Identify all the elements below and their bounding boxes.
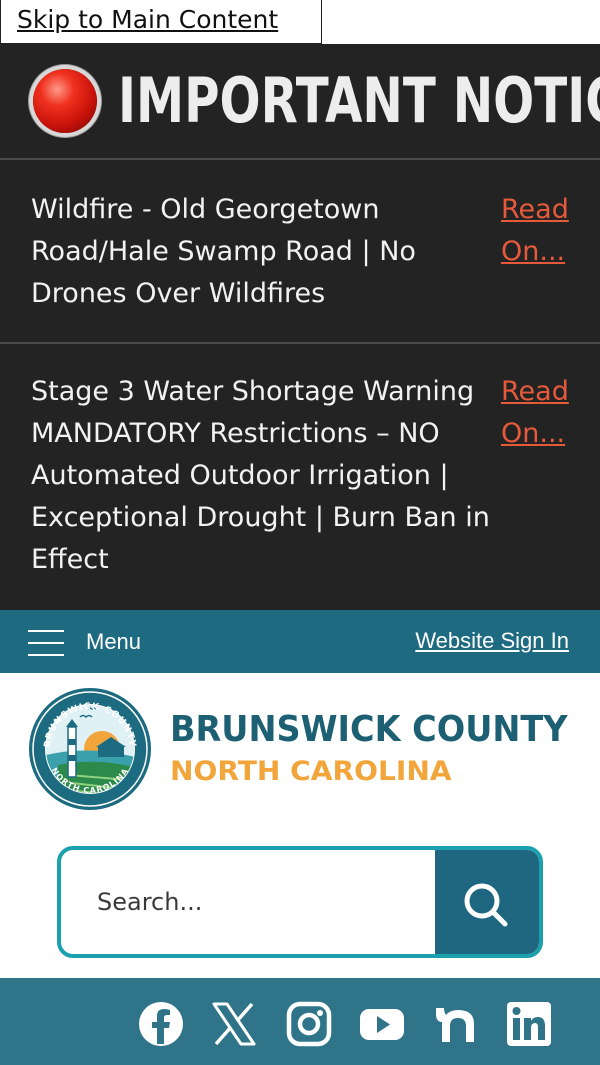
menu-button[interactable]: Menu <box>86 629 141 655</box>
instagram-icon[interactable] <box>285 1000 333 1048</box>
alert-light-icon <box>33 69 97 133</box>
important-notices: IMPORTANT NOTICES Wildfire - Old Georget… <box>0 44 600 610</box>
social-media-bar <box>0 978 600 1065</box>
x-icon[interactable] <box>210 1000 258 1048</box>
website-sign-in-link[interactable]: Website Sign In <box>415 628 569 654</box>
state-name[interactable]: NORTH CAROLINA <box>170 756 452 787</box>
notice-text[interactable]: Wildfire - Old Georgetown Road/Hale Swam… <box>31 189 501 315</box>
notice-item: Wildfire - Old Georgetown Road/Hale Swam… <box>0 162 600 344</box>
county-name[interactable]: BRUNSWICK COUNTY <box>170 709 568 750</box>
county-seal-logo[interactable]: BRUNSWICK COUNTY NORTH CAROLINA <box>28 687 152 811</box>
linkedin-icon[interactable] <box>505 1000 553 1048</box>
notice-text[interactable]: Stage 3 Water Shortage Warning MANDATORY… <box>31 371 501 581</box>
hamburger-menu-icon[interactable] <box>28 630 64 656</box>
facebook-icon[interactable] <box>137 1000 185 1048</box>
search-input[interactable] <box>61 850 437 954</box>
site-header: BRUNSWICK COUNTY NORTH CAROLINA BRUNSWIC… <box>0 673 600 843</box>
notice-header: IMPORTANT NOTICES <box>0 44 600 160</box>
search-button[interactable] <box>435 850 539 954</box>
read-on-link[interactable]: Read On... <box>501 371 591 455</box>
youtube-icon[interactable] <box>358 1000 406 1048</box>
read-on-link[interactable]: Read On... <box>501 189 591 273</box>
site-search <box>57 846 543 958</box>
notice-item: Stage 3 Water Shortage Warning MANDATORY… <box>0 344 600 610</box>
nextdoor-icon[interactable] <box>432 1000 480 1048</box>
top-nav-bar: Menu Website Sign In <box>0 610 600 673</box>
search-icon <box>464 883 508 927</box>
notice-title: IMPORTANT NOTICES <box>118 64 600 137</box>
skip-to-main-link[interactable]: Skip to Main Content <box>0 0 322 44</box>
